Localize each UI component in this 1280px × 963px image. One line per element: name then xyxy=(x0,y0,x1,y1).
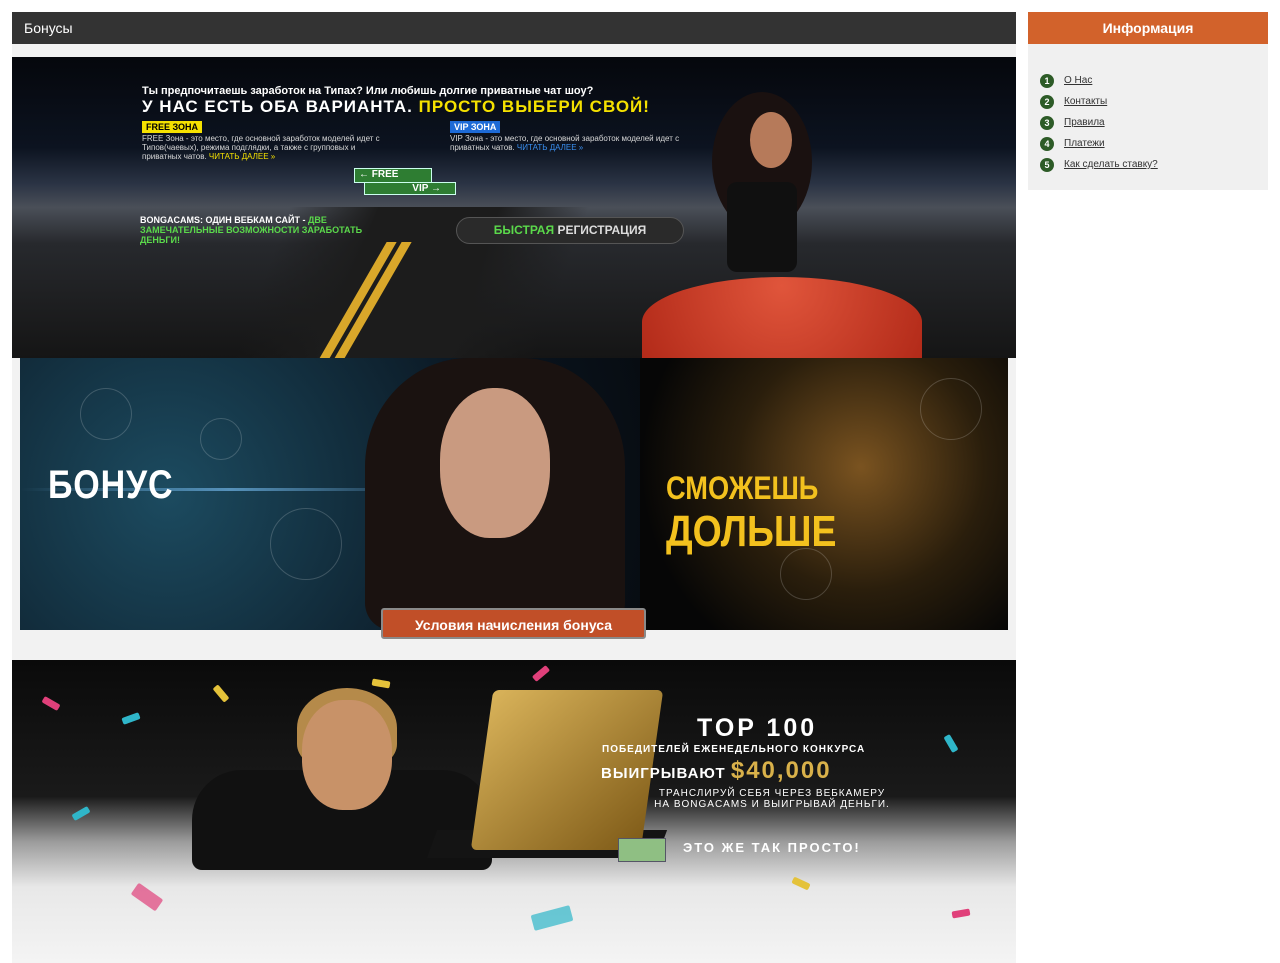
info-item-rules[interactable]: 3 Правила xyxy=(1040,112,1158,133)
win-amount-line: ВЫИГРЫВАЮТ $40,000 xyxy=(601,757,832,785)
free-zone-more-link[interactable]: ЧИТАТЬ ДАЛЕЕ » xyxy=(209,152,275,161)
rules-link[interactable]: Правила xyxy=(1064,117,1105,128)
woman-face-graphic xyxy=(440,388,550,538)
registration-label: РЕГИСТРАЦИЯ xyxy=(557,223,647,237)
model-skirt-graphic xyxy=(642,277,922,358)
number-badge: 1 xyxy=(1040,73,1054,88)
info-sidebar: Информация 1 О Нас 2 Контакты 3 Правила … xyxy=(1028,12,1268,190)
longer-text: СМОЖЕШЬ ДОЛЬШЕ xyxy=(666,470,957,557)
sign-vip-label: VIP xyxy=(412,183,429,194)
sign-free-label: FREE xyxy=(371,169,399,180)
confetti xyxy=(531,665,551,682)
model-face-graphic xyxy=(750,112,792,168)
section-title: Бонусы xyxy=(12,12,1016,44)
confetti xyxy=(951,908,971,919)
info-item-payments[interactable]: 4 Платежи xyxy=(1040,133,1158,154)
banner1-headline: У НАС ЕСТЬ ОБА ВАРИАНТА. ПРОСТО ВЫБЕРИ С… xyxy=(142,97,650,117)
free-zone-label: FREE ЗОНА xyxy=(142,121,203,133)
sidebar-title: Информация xyxy=(1028,12,1268,44)
one-site-text: BONGACAMS: ОДИН ВЕБКАМ САЙТ - ДВЕ ЗАМЕЧА… xyxy=(140,215,380,245)
woman-face-graphic xyxy=(302,700,392,810)
top100-title: TOP 100 xyxy=(697,714,818,742)
info-item-about[interactable]: 1 О Нас xyxy=(1040,70,1158,91)
bokeh-circle xyxy=(270,508,342,580)
winners-text: ПОБЕДИТЕЛЕЙ ЕЖЕНЕДЕЛЬНОГО КОНКУРСА xyxy=(602,744,866,755)
number-badge: 5 xyxy=(1040,157,1054,172)
one-site-white: BONGACAMS: ОДИН ВЕБКАМ САЙТ - xyxy=(140,215,306,225)
confetti xyxy=(130,882,164,912)
banner1-question: Ты предпочитаешь заработок на Типах? Или… xyxy=(142,85,594,97)
bokeh-circle xyxy=(200,418,242,460)
free-zone-text: FREE Зона - это место, где основной зара… xyxy=(142,134,392,161)
bonus-conditions-button[interactable]: Условия начисления бонуса xyxy=(381,608,646,639)
contacts-link[interactable]: Контакты xyxy=(1064,96,1107,107)
confetti xyxy=(371,678,391,689)
banner-bonus[interactable]: БОНУС СМОЖЕШЬ ДОЛЬШЕ xyxy=(20,358,1008,630)
info-list: 1 О Нас 2 Контакты 3 Правила 4 Платежи 5… xyxy=(1040,70,1158,175)
bokeh-circle xyxy=(920,378,982,440)
confetti xyxy=(41,695,61,712)
sign-vip: VIP → xyxy=(364,182,456,195)
confetti xyxy=(71,805,91,822)
bonus-text: БОНУС xyxy=(48,463,174,507)
vip-zone-label: VIP ЗОНА xyxy=(450,121,501,133)
banner-free-vip-zones[interactable]: Ты предпочитаешь заработок на Типах? Или… xyxy=(12,57,1016,358)
vip-zone-more-link[interactable]: ЧИТАТЬ ДАЛЕЕ » xyxy=(517,143,583,152)
number-badge: 4 xyxy=(1040,136,1054,151)
confetti xyxy=(212,684,230,703)
payments-link[interactable]: Платежи xyxy=(1064,138,1105,149)
prize-amount: $40,000 xyxy=(730,757,832,784)
longer-big: ДОЛЬШЕ xyxy=(666,507,837,556)
confetti xyxy=(530,905,574,931)
money-stack-graphic xyxy=(618,838,666,862)
about-link[interactable]: О Нас xyxy=(1064,75,1092,86)
confetti xyxy=(791,876,811,891)
how-to-bet-link[interactable]: Как сделать ставку? xyxy=(1064,159,1158,170)
confetti xyxy=(121,712,141,725)
confetti xyxy=(943,733,959,754)
number-badge: 2 xyxy=(1040,94,1054,109)
longer-small: СМОЖЕШЬ xyxy=(666,470,819,506)
number-badge: 3 xyxy=(1040,115,1054,130)
info-item-how-to-bet[interactable]: 5 Как сделать ставку? xyxy=(1040,154,1158,175)
easy-text: ЭТО ЖЕ ТАК ПРОСТО! xyxy=(683,840,861,855)
headline-white: У НАС ЕСТЬ ОБА ВАРИАНТА. xyxy=(142,97,413,116)
main-content: Бонусы Ты предпочитаешь заработок на Тип… xyxy=(12,12,1016,963)
sign-free: ← FREE xyxy=(354,168,432,183)
banner-top100-contest[interactable]: TOP 100 ПОБЕДИТЕЛЕЙ ЕЖЕНЕДЕЛЬНОГО КОНКУР… xyxy=(12,660,1016,963)
quick-registration-button[interactable]: БЫСТРАЯ РЕГИСТРАЦИЯ xyxy=(456,217,684,244)
quick-label: БЫСТРАЯ xyxy=(493,223,555,237)
win-label: ВЫИГРЫВАЮТ xyxy=(601,765,726,782)
translate-text: ТРАНСЛИРУЙ СЕБЯ ЧЕРЕЗ ВЕБКАМЕРУ НА BONGA… xyxy=(654,788,890,810)
info-item-contacts[interactable]: 2 Контакты xyxy=(1040,91,1158,112)
vip-zone-text: VIP Зона - это место, где основной зараб… xyxy=(450,134,700,152)
headline-yellow: ПРОСТО ВЫБЕРИ СВОЙ! xyxy=(418,97,650,116)
model-top-graphic xyxy=(727,182,797,272)
bokeh-circle xyxy=(80,388,132,440)
